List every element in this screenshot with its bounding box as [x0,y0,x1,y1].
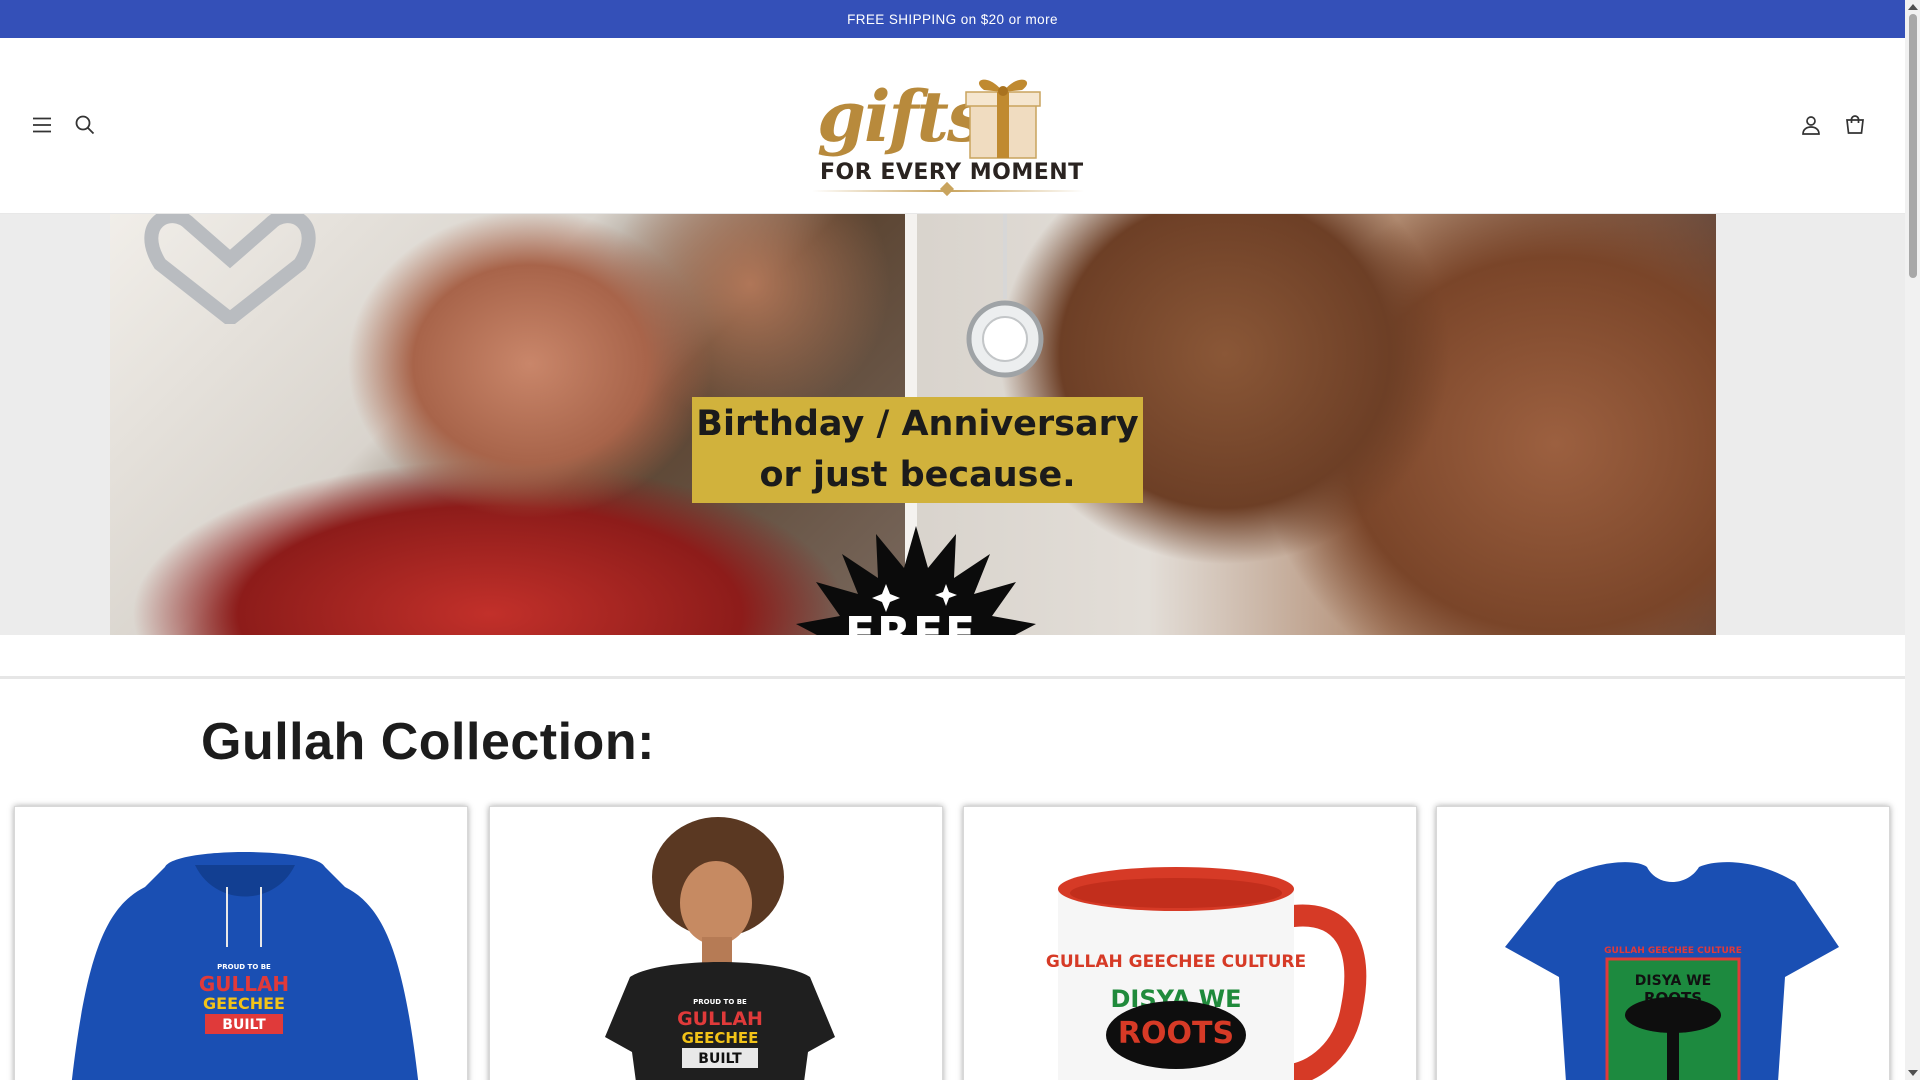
hero-caption-line1: Birthday / Anniversary [696,404,1139,444]
scroll-down-arrow-icon[interactable] [1908,1070,1918,1076]
search-button[interactable] [63,103,107,147]
cart-icon [1846,115,1864,134]
gift-box-icon [965,79,1041,159]
product-card-hoodie[interactable]: PROUD TO BE GULLAH GEECHEE BUILT [14,806,468,1080]
tee-black-print-line3: GEECHEE [682,1029,759,1047]
collection-title: Gullah Collection: [201,713,655,771]
menu-icon [33,117,51,133]
hoodie-print-line4: BUILT [222,1017,266,1033]
storefront-page: FREE SHIPPING on $20 or more gifts FOR E… [0,0,1905,1080]
scrollbar-thumb[interactable] [1909,14,1917,278]
logo-tagline: FOR EVERY MOMENT [820,160,1084,185]
mug-print-line3: ROOTS [1118,1016,1234,1051]
hero-image: Birthday / Anniversary or just because. … [110,214,1716,635]
hero-caption-line2: or just because. [759,455,1076,495]
cart-button[interactable] [1833,103,1877,147]
product-card-tshirt-blue[interactable]: GULLAH GEECHEE CULTURE DISYA WE ROOTS [1436,806,1890,1080]
account-icon [1802,116,1820,135]
tee-black-print-line2: GULLAH [677,1008,763,1030]
product-card-tshirt-black[interactable]: PROUD TO BE GULLAH GEECHEE BUILT [489,806,943,1080]
hoodie-print-line1: PROUD TO BE [217,963,271,971]
page-scrollbar[interactable] [1905,0,1920,1080]
product-image-hoodie: PROUD TO BE GULLAH GEECHEE BUILT [71,852,419,1080]
hero-badge-text: FREE [845,608,978,635]
announcement-bar: FREE SHIPPING on $20 or more [0,0,1905,38]
product-image-tshirt-black: PROUD TO BE GULLAH GEECHEE BUILT [605,817,835,1080]
logo-wordmark: gifts [817,75,986,158]
tee-blue-print-line2: DISYA WE [1635,973,1711,989]
section-separator [0,676,1905,679]
search-icon [75,115,95,135]
announcement-text: FREE SHIPPING on $20 or more [847,11,1058,27]
product-image-mug: GULLAH GEECHEE CULTURE DISYA WE ROOTS [1046,867,1367,1080]
hoodie-print-line3: GEECHEE [203,994,285,1013]
diamond-pendant-icon [966,214,1044,378]
site-header: gifts FOR EVERY MOMENT [0,38,1905,214]
store-logo[interactable]: gifts FOR EVERY MOMENT [812,50,1092,198]
account-button[interactable] [1789,103,1833,147]
product-card-mug[interactable]: GULLAH GEECHEE CULTURE DISYA WE ROOTS [963,806,1417,1080]
hoodie-print-line2: GULLAH [199,972,289,996]
product-image-tshirt-blue: GULLAH GEECHEE CULTURE DISYA WE ROOTS [1505,862,1839,1080]
tee-blue-print-line1: GULLAH GEECHEE CULTURE [1604,946,1742,956]
menu-button[interactable] [20,103,64,147]
hero-banner[interactable]: Birthday / Anniversary or just because. … [0,214,1905,635]
heart-pendant-icon [144,214,316,324]
tee-black-print-line4: BUILT [698,1051,742,1067]
mug-print-line1: GULLAH GEECHEE CULTURE [1046,952,1306,972]
tee-black-print-line1: PROUD TO BE [693,998,747,1006]
hero-caption-box: Birthday / Anniversary or just because. [692,397,1143,503]
scroll-up-arrow-icon[interactable] [1908,4,1918,10]
